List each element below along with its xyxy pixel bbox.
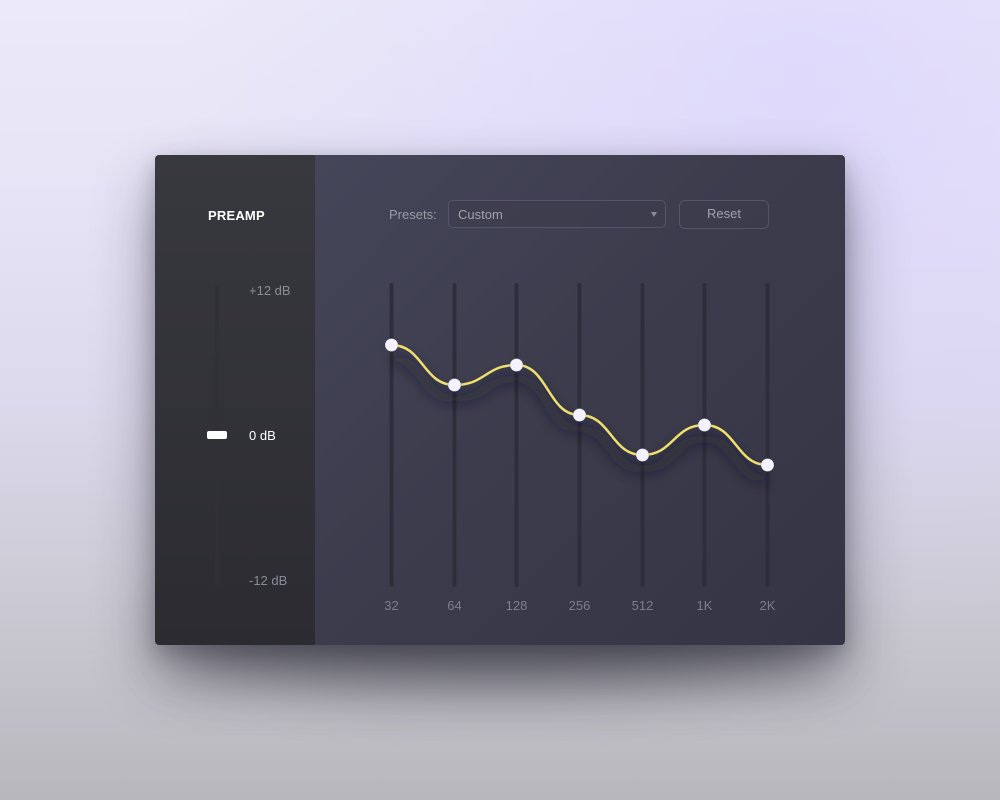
preamp-title: PREAMP (208, 208, 265, 223)
band-label-256: 256 (568, 598, 591, 613)
band-label-512: 512 (631, 598, 654, 613)
band-knob-64[interactable] (447, 378, 462, 392)
eq-graph (384, 283, 775, 587)
band-knob-2k[interactable] (760, 458, 775, 472)
preamp-scale-bottom-label: -12 dB (249, 573, 288, 588)
equalizer-main: Presets: Custom Reset 32 64 128 256 512 … (315, 155, 845, 645)
band-label-128: 128 (505, 598, 528, 613)
band-knob-512[interactable] (635, 448, 650, 462)
band-knob-1k[interactable] (697, 418, 712, 432)
preamp-current-value: 0 dB (249, 428, 276, 443)
band-knob-256[interactable] (572, 408, 587, 422)
equalizer-panel: PREAMP +12 dB 0 dB -12 dB Presets: Custo… (155, 155, 845, 645)
band-label-1k: 1K (696, 598, 713, 613)
band-label-64: 64 (447, 598, 462, 613)
band-knob-32[interactable] (384, 338, 399, 352)
preamp-section: PREAMP +12 dB 0 dB -12 dB (155, 155, 315, 645)
band-label-2k: 2K (759, 598, 776, 613)
preamp-scale-top-label: +12 dB (249, 283, 291, 298)
band-label-32: 32 (384, 598, 399, 613)
preamp-slider-handle[interactable] (207, 431, 227, 439)
band-knob-128[interactable] (509, 358, 524, 372)
